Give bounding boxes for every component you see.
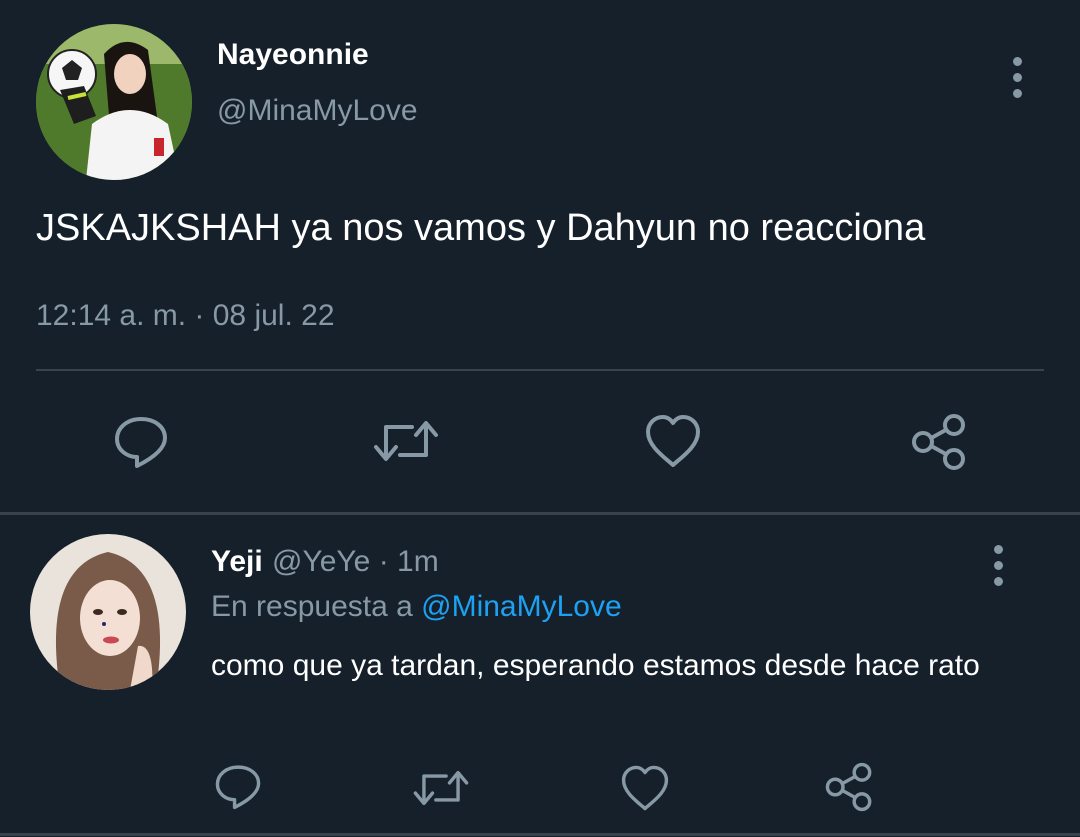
section-divider	[0, 512, 1080, 515]
heart-icon	[621, 765, 669, 811]
reply-author-handle[interactable]: @YeYe	[272, 545, 370, 578]
reply-text: como que ya tardan, esperando estamos de…	[211, 649, 980, 682]
retweet-action[interactable]	[372, 413, 440, 469]
bottom-divider	[0, 833, 1080, 836]
tweet-timestamp[interactable]: 12:14 a. m. · 08 jul. 22	[36, 299, 335, 333]
tweet-text: JSKAJKSHAH ya nos vamos y Dahyun no reac…	[36, 207, 926, 249]
reply-author-name[interactable]: Yeji	[211, 545, 263, 579]
share-icon	[825, 762, 872, 812]
reply-author-avatar[interactable]	[30, 534, 186, 690]
replying-to: En respuesta a @MinaMyLove	[211, 590, 622, 624]
heart-icon	[646, 415, 700, 467]
comment-icon	[115, 417, 167, 468]
share-icon	[912, 414, 965, 470]
divider	[36, 369, 1044, 371]
reply-time-ago[interactable]: 1m	[397, 545, 439, 578]
reply-retweet-action[interactable]	[412, 764, 470, 812]
replying-to-prefix: En respuesta a	[211, 590, 413, 623]
replying-to-mention[interactable]: @MinaMyLove	[421, 590, 622, 623]
reply-meta: @YeYe · 1m	[272, 545, 439, 579]
reply-time-separator: ·	[378, 545, 389, 578]
reply-share-action[interactable]	[824, 762, 874, 812]
comment-icon	[215, 765, 261, 810]
reply-action[interactable]	[113, 413, 169, 469]
author-avatar[interactable]	[36, 24, 192, 180]
like-action[interactable]	[644, 413, 702, 469]
main-tweet: Nayeonnie @MinaMyLove JSKAJKSHAH ya nos …	[0, 0, 1080, 512]
reply-more-options-icon[interactable]	[988, 545, 1008, 586]
more-options-icon[interactable]	[1007, 57, 1027, 98]
share-action[interactable]	[910, 413, 968, 471]
reply-like-action[interactable]	[620, 764, 670, 812]
retweet-icon	[413, 770, 469, 806]
author-name[interactable]: Nayeonnie	[217, 38, 369, 72]
author-handle[interactable]: @MinaMyLove	[217, 94, 418, 128]
reply-tweet[interactable]: Yeji @YeYe · 1m En respuesta a @MinaMyLo…	[0, 516, 1080, 834]
retweet-icon	[374, 421, 438, 461]
reply-reply-action[interactable]	[214, 762, 262, 810]
